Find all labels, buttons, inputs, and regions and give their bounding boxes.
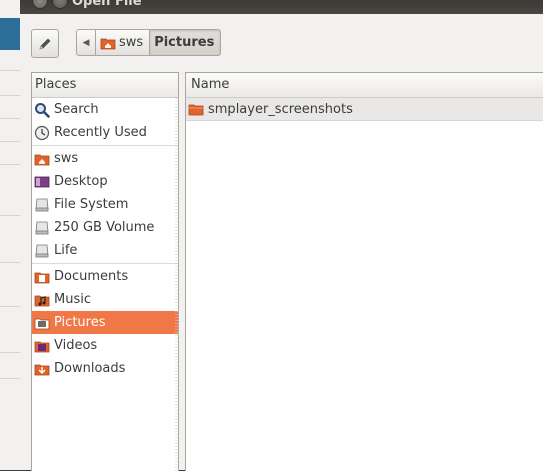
search-icon	[34, 102, 50, 118]
column-header-name[interactable]: Name	[186, 73, 543, 98]
place-downloads[interactable]: Downloads	[32, 357, 178, 380]
background-divider	[0, 164, 20, 165]
place-250gb-volume[interactable]: 250 GB Volume	[32, 216, 178, 239]
place-sws[interactable]: sws	[32, 147, 178, 170]
folder-icon	[188, 101, 204, 117]
background-divider	[0, 306, 20, 307]
place-label: Videos	[54, 338, 98, 353]
place-label: Recently Used	[54, 125, 147, 140]
place-label: Life	[54, 243, 78, 258]
place-videos[interactable]: Videos	[32, 334, 178, 357]
background-divider	[0, 118, 20, 119]
places-sidebar: Places Search Recently Used sws Desktop …	[31, 72, 179, 471]
path-crumb-label: sws	[119, 35, 144, 50]
place-file-system[interactable]: File System	[32, 193, 178, 216]
place-desktop[interactable]: Desktop	[32, 170, 178, 193]
place-recently-used[interactable]: Recently Used	[32, 121, 178, 144]
pencil-icon	[37, 36, 53, 52]
place-label: Downloads	[54, 361, 126, 376]
recent-icon	[34, 125, 50, 141]
place-pictures[interactable]: Pictures	[32, 311, 178, 334]
place-label: Pictures	[54, 315, 106, 330]
background-divider	[0, 262, 20, 263]
background-divider	[0, 70, 20, 71]
videos-folder-icon	[34, 338, 50, 354]
minimize-window-button[interactable]	[52, 0, 68, 9]
background-divider	[0, 378, 20, 379]
background-divider	[0, 352, 20, 353]
title-bar[interactable]: Open File	[20, 0, 543, 14]
place-label: Desktop	[54, 174, 108, 189]
place-label: 250 GB Volume	[54, 220, 155, 235]
background-divider	[0, 141, 20, 142]
drive-icon	[34, 243, 50, 259]
path-crumb-label: Pictures	[154, 35, 215, 50]
drive-icon	[34, 220, 50, 236]
file-list: Name smplayer_screenshots	[185, 72, 543, 471]
open-file-dialog: Open File ◀ sws Pictures Places Search R…	[20, 0, 543, 471]
places-header[interactable]: Places	[32, 73, 178, 98]
path-crumb-pictures[interactable]: Pictures	[150, 29, 222, 56]
place-music[interactable]: Music	[32, 288, 178, 311]
home-folder-icon	[34, 151, 50, 167]
desktop-icon	[34, 174, 50, 190]
path-crumb-sws[interactable]: sws	[96, 29, 151, 56]
path-bar: ◀ sws Pictures	[76, 29, 222, 56]
toolbar: ◀ sws Pictures	[20, 14, 543, 70]
place-label: File System	[54, 197, 129, 212]
place-life[interactable]: Life	[32, 239, 178, 262]
file-row[interactable]: smplayer_screenshots	[186, 98, 543, 121]
background-window-header	[0, 18, 20, 50]
place-documents[interactable]: Documents	[32, 265, 178, 288]
path-back-button[interactable]: ◀	[76, 29, 96, 56]
places-separator	[32, 263, 178, 264]
file-name: smplayer_screenshots	[208, 101, 353, 117]
window-title: Open File	[72, 0, 142, 9]
place-label: Search	[54, 102, 99, 117]
home-folder-icon	[100, 35, 116, 51]
pictures-folder-icon	[34, 315, 50, 331]
type-location-button[interactable]	[31, 29, 59, 58]
documents-folder-icon	[34, 269, 50, 285]
background-divider	[0, 95, 20, 96]
drive-icon	[34, 197, 50, 213]
music-folder-icon	[34, 292, 50, 308]
downloads-folder-icon	[34, 361, 50, 377]
place-search[interactable]: Search	[32, 98, 178, 121]
background-window	[0, 0, 21, 470]
places-separator	[32, 145, 178, 146]
background-divider	[0, 215, 20, 216]
pane-resize-handle[interactable]	[175, 98, 179, 471]
left-arrow-icon: ◀	[82, 37, 90, 48]
place-label: Music	[54, 292, 91, 307]
place-label: Documents	[54, 269, 129, 284]
close-window-button[interactable]	[32, 0, 48, 9]
place-label: sws	[54, 151, 79, 166]
